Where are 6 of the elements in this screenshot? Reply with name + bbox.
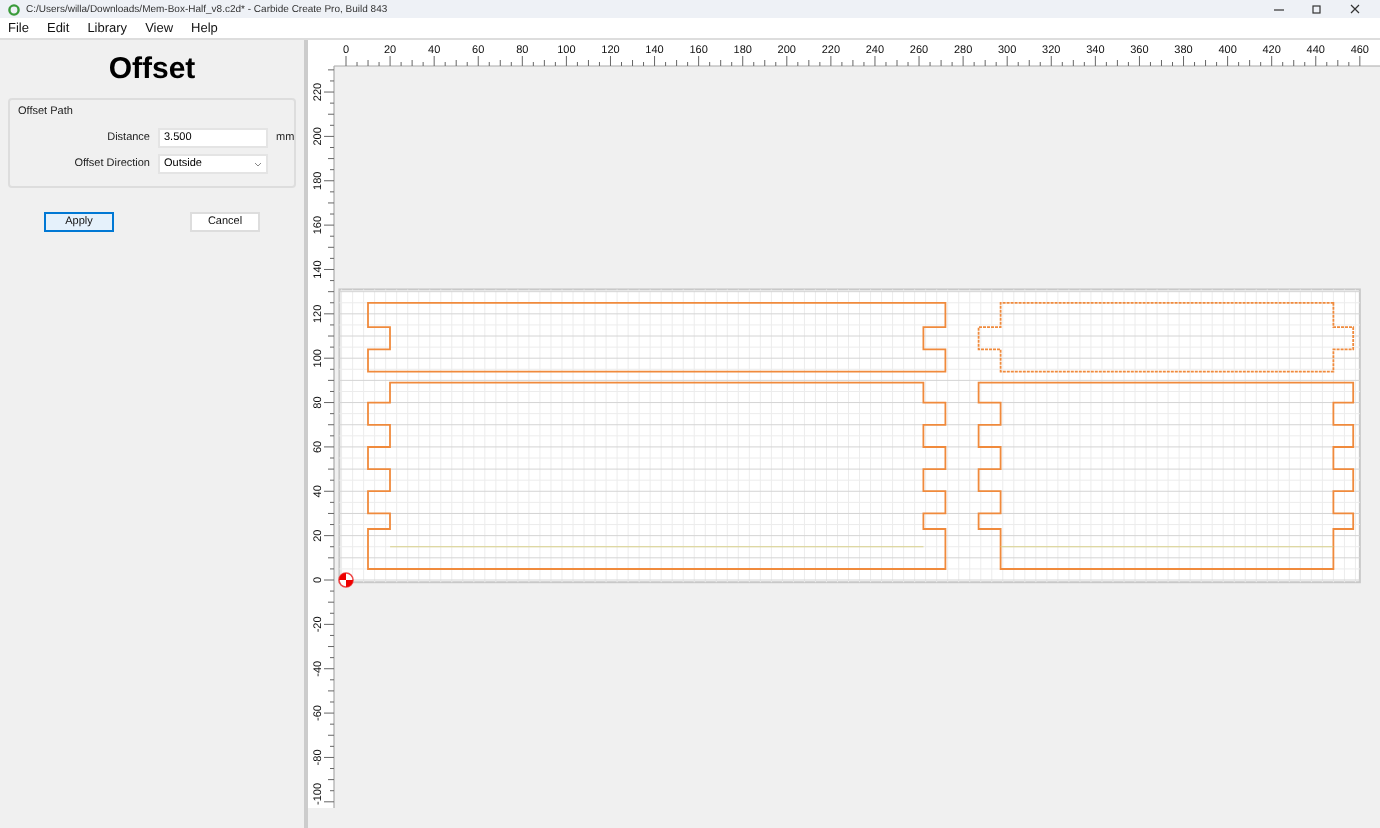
close-icon[interactable] [1350,4,1360,14]
panel-heading: Offset [106,52,198,86]
origin-icon [338,572,354,588]
restore-icon[interactable] [1312,4,1322,14]
app-icon [8,3,20,15]
minimize-icon[interactable] [1274,4,1284,14]
